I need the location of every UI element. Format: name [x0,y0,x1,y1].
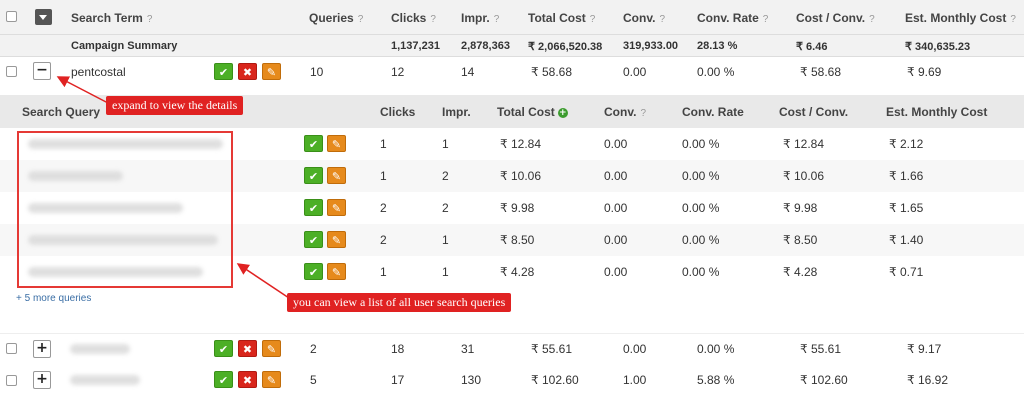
row-est-monthly: ₹ 16.92 [907,373,948,387]
reject-cross-icon[interactable]: ✖ [238,340,257,357]
row-clicks: 17 [391,373,405,387]
expand-plus-icon[interactable]: + [33,371,51,389]
annotation-list: you can view a list of all user search q… [287,293,512,312]
row-impr: 31 [461,342,475,356]
row-conv-rate: 5.88 % [697,373,735,387]
row-total-cost: ₹ 55.61 [531,342,572,356]
row-queries: 2 [310,342,317,356]
row-total-cost: ₹ 102.60 [531,373,579,387]
row-cost-conv: ₹ 55.61 [800,342,841,356]
reject-cross-icon[interactable]: ✖ [238,371,257,388]
blurred-term-text [70,375,140,385]
approve-check-icon[interactable]: ✔ [214,340,233,357]
expand-arrow-icon [56,76,109,104]
edit-pencil-icon[interactable]: ✎ [262,371,281,388]
approve-check-icon[interactable]: ✔ [214,371,233,388]
row-conv-rate: 0.00 % [697,342,735,356]
row-checkbox[interactable] [6,375,17,386]
blurred-term-text [70,344,130,354]
row-conv: 1.00 [623,373,647,387]
annotation-expand: expand to view the details [106,96,244,115]
edit-pencil-icon[interactable]: ✎ [262,340,281,357]
table-row: + ✔ ✖ ✎ 2 18 31 ₹ 55.61 0.00 0.00 % ₹ 55… [0,333,1024,363]
expand-plus-icon[interactable]: + [33,340,51,358]
row-est-monthly: ₹ 9.17 [907,342,942,356]
table-row: + ✔ ✖ ✎ 5 17 130 ₹ 102.60 1.00 5.88 % ₹ … [0,363,1024,395]
row-impr: 130 [461,373,482,387]
row-queries: 5 [310,373,317,387]
row-conv: 0.00 [623,342,647,356]
row-clicks: 18 [391,342,405,356]
row-cost-conv: ₹ 102.60 [800,373,848,387]
row-checkbox[interactable] [6,343,17,354]
list-arrow-icon [236,263,293,301]
